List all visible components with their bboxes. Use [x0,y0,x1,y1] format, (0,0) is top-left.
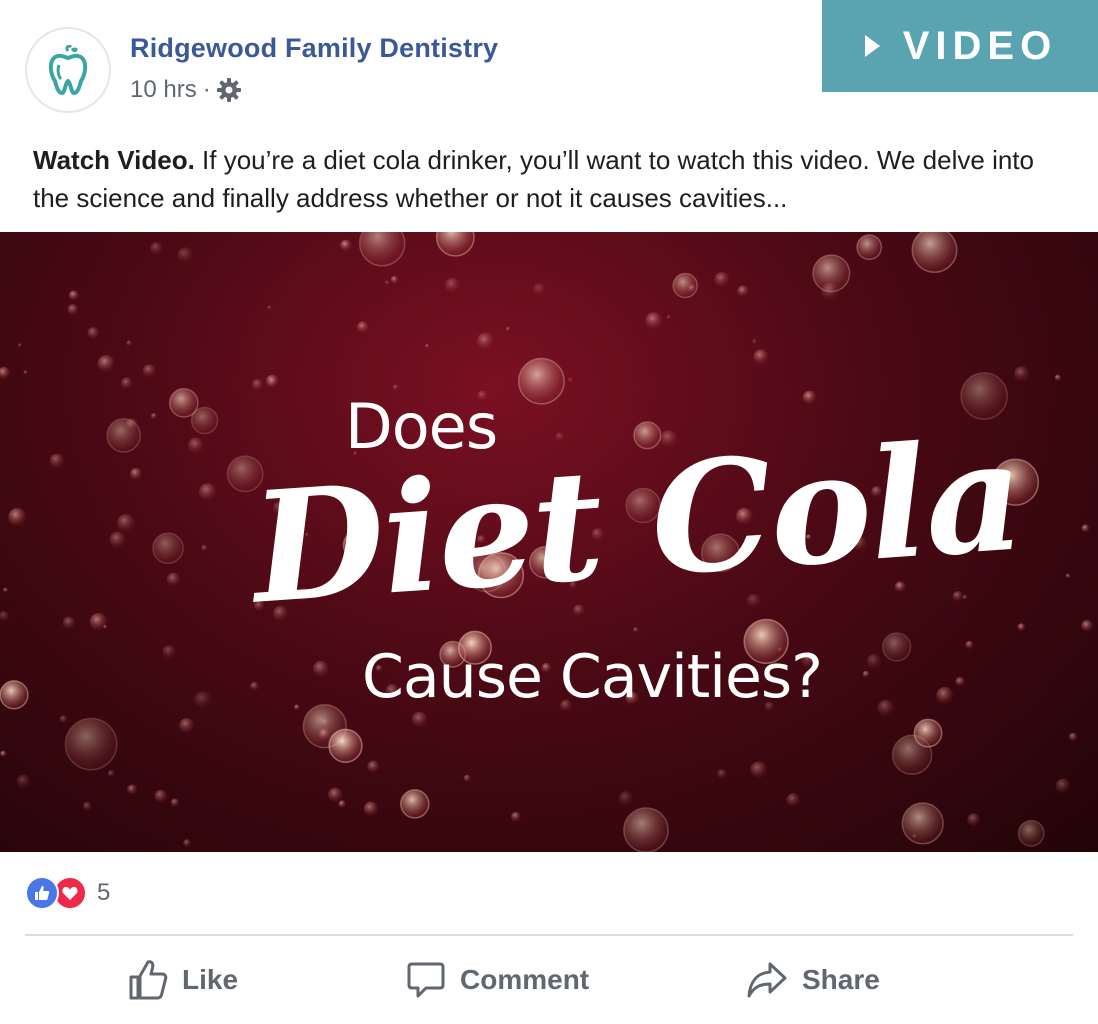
like-reaction-icon [25,876,59,910]
share-label: Share [802,964,880,995]
comment-button[interactable]: Comment [406,950,589,1010]
video-title-overlay: Does Diet Cola Cause Cavities? [0,232,1098,852]
gear-icon[interactable] [215,76,243,104]
like-button[interactable]: Like [128,950,238,1010]
comment-icon [406,960,446,1000]
post-text: Watch Video. If you’re a diet cola drink… [33,141,1073,217]
post-meta: 10 hrs · [130,76,243,104]
facebook-post: Ridgewood Family Dentistry 10 hrs · VIDE… [0,0,1098,1024]
post-text-lead: Watch Video. [33,145,195,175]
tooth-logo-icon [48,45,88,95]
page-name-link[interactable]: Ridgewood Family Dentistry [130,33,498,64]
reactions-summary[interactable]: 5 [25,876,110,910]
like-label: Like [182,964,239,995]
actions-divider [25,934,1073,936]
reaction-count: 5 [97,879,111,906]
meta-separator: · [202,76,211,103]
thumbs-up-icon [128,959,168,1001]
post-actions-bar: Like Comment Share [0,950,1098,1010]
share-button[interactable]: Share [746,950,880,1010]
play-triangle-icon [863,33,883,59]
comment-label: Comment [460,964,590,995]
video-badge-label: VIDEO [902,23,1058,68]
title-line-cause-cavities: Cause Cavities? [362,642,823,712]
video-badge: VIDEO [822,0,1098,92]
post-timestamp[interactable]: 10 hrs [130,76,197,104]
share-arrow-icon [746,961,788,999]
video-thumbnail[interactable]: Does Diet Cola Cause Cavities? [0,232,1098,852]
page-avatar[interactable] [25,27,111,113]
